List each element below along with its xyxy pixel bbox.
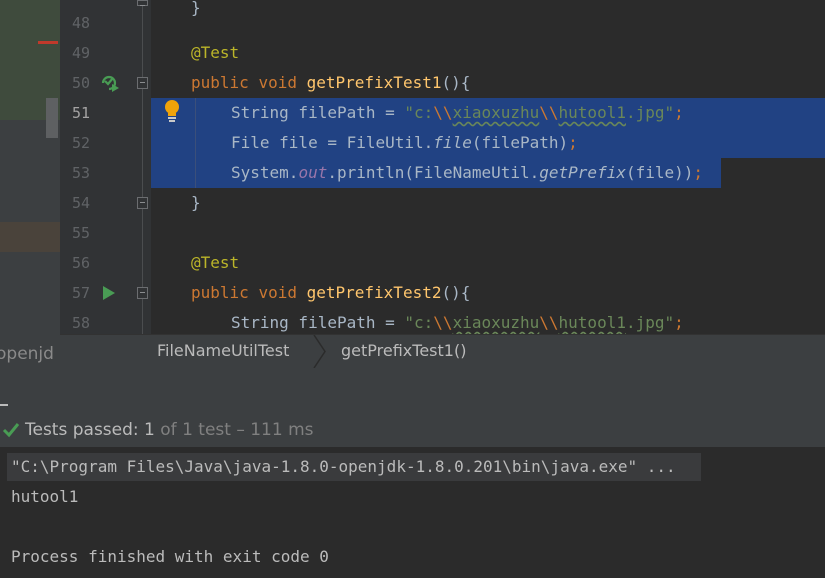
string-token: .jpg" bbox=[625, 103, 675, 122]
string-token: "c: bbox=[404, 313, 434, 332]
line-number: 53 bbox=[71, 164, 90, 182]
code-token: String filePath = bbox=[231, 103, 405, 122]
check-icon bbox=[2, 423, 20, 438]
code-brace: } bbox=[191, 0, 201, 17]
code-line-50: public void getPrefixTest1(){ bbox=[191, 68, 470, 98]
code-line-56: @Test bbox=[191, 248, 239, 278]
method-name: getPrefixTest1 bbox=[306, 73, 442, 92]
code-line-49: @Test bbox=[191, 38, 239, 68]
tree-item-label[interactable]: openjd bbox=[0, 344, 54, 364]
string-token: .jpg" bbox=[625, 313, 675, 332]
breadcrumb: FileNameUtilTest getPrefixTest1() bbox=[60, 334, 825, 368]
lightbulb-icon[interactable] bbox=[162, 99, 182, 123]
code-token: File file = FileUtil. bbox=[231, 133, 434, 152]
code-line-52: File file = FileUtil.file(filePath); bbox=[231, 128, 578, 158]
fold-guide bbox=[142, 0, 143, 334]
method-token: getPrefix bbox=[539, 163, 626, 182]
code-line-58: String filePath = "c:\\xiaoxuzhu\\hutool… bbox=[231, 308, 684, 334]
code-token: (filePath) bbox=[471, 133, 569, 152]
keyword-token: void bbox=[258, 283, 297, 302]
code-token: ; bbox=[674, 103, 684, 122]
line-number: 48 bbox=[71, 14, 90, 32]
tree-scrollbar[interactable] bbox=[46, 98, 58, 138]
breadcrumb-class[interactable]: FileNameUtilTest bbox=[157, 335, 289, 367]
escape-token: \\ bbox=[433, 313, 453, 332]
fold-icon[interactable] bbox=[137, 197, 148, 209]
code-token: System. bbox=[231, 163, 299, 182]
method-name: getPrefixTest2 bbox=[306, 283, 442, 302]
code-line-47: } bbox=[191, 0, 201, 23]
run-toolbar bbox=[0, 368, 825, 414]
error-marker bbox=[38, 41, 58, 44]
string-token: hutool1 bbox=[558, 103, 626, 122]
line-number: 55 bbox=[71, 224, 90, 242]
run-icon[interactable] bbox=[103, 286, 115, 300]
code-token: (){ bbox=[441, 283, 471, 302]
string-token: "c: bbox=[404, 103, 434, 122]
field-token: out bbox=[298, 163, 328, 182]
string-token: hutool1 bbox=[558, 313, 626, 332]
string-token: xiaoxuzhu bbox=[452, 313, 540, 332]
code-token: ; bbox=[568, 133, 578, 152]
project-tree-panel[interactable]: openjd bbox=[0, 0, 60, 368]
code-token: (file)) bbox=[625, 163, 694, 182]
code-token: ; bbox=[693, 163, 704, 182]
console-output-line: hutool1 bbox=[11, 487, 79, 506]
escape-token: \\ bbox=[433, 103, 453, 122]
console-command-line[interactable]: "C:\Program Files\Java\java-1.8.0-openjd… bbox=[11, 452, 676, 482]
console-exit-line: Process finished with exit code 0 bbox=[11, 547, 329, 566]
breadcrumb-separator-icon bbox=[313, 335, 326, 368]
escape-token: \\ bbox=[539, 103, 559, 122]
code-token: (){ bbox=[441, 73, 471, 92]
keyword-token: public bbox=[191, 283, 249, 302]
line-number: 52 bbox=[71, 134, 90, 152]
run-test-passed-icon[interactable] bbox=[100, 74, 120, 92]
fold-icon[interactable] bbox=[137, 287, 148, 299]
test-status-label: Tests passed: bbox=[25, 420, 145, 440]
line-number: 50 bbox=[71, 74, 90, 92]
code-line-53: System.out.println(FileNameUtil.getPrefi… bbox=[231, 158, 703, 188]
escape-token: \\ bbox=[539, 313, 559, 332]
run-console[interactable]: "C:\Program Files\Java\java-1.8.0-openjd… bbox=[0, 448, 825, 578]
test-status-text: Tests passed: 1 of 1 test – 111 ms bbox=[25, 414, 314, 446]
code-brace: } bbox=[191, 193, 201, 212]
code-line-51: String filePath = "c:\\xiaoxuzhu\\hutool… bbox=[231, 98, 684, 128]
method-token: file bbox=[433, 133, 472, 152]
annotation-token: @Test bbox=[191, 43, 240, 62]
test-status-bar: Tests passed: 1 of 1 test – 111 ms bbox=[0, 414, 825, 448]
code-token: ; bbox=[674, 313, 684, 332]
annotation-token: @Test bbox=[191, 253, 240, 272]
fold-icon[interactable] bbox=[137, 77, 148, 89]
tree-row-highlight bbox=[0, 222, 60, 252]
fold-icon[interactable] bbox=[137, 0, 148, 6]
line-number: 54 bbox=[71, 194, 90, 212]
string-token: xiaoxuzhu bbox=[452, 103, 540, 122]
minus-icon[interactable] bbox=[0, 404, 8, 406]
line-number: 56 bbox=[71, 254, 90, 272]
code-token: .println(FileNameUtil. bbox=[327, 163, 540, 182]
code-line-57: public void getPrefixTest2(){ bbox=[191, 278, 470, 308]
line-number: 57 bbox=[71, 284, 90, 302]
code-line-54: } bbox=[191, 188, 201, 218]
breadcrumb-method[interactable]: getPrefixTest1() bbox=[341, 335, 466, 367]
indent-guide bbox=[195, 98, 196, 188]
keyword-token: void bbox=[258, 73, 297, 92]
line-number-current: 51 bbox=[71, 104, 90, 122]
keyword-token: public bbox=[191, 73, 249, 92]
line-number: 49 bbox=[71, 44, 90, 62]
tests-passed-count: 1 bbox=[144, 420, 155, 440]
code-token: String filePath = bbox=[231, 313, 405, 332]
test-status-detail: of 1 test – 111 ms bbox=[154, 420, 314, 440]
